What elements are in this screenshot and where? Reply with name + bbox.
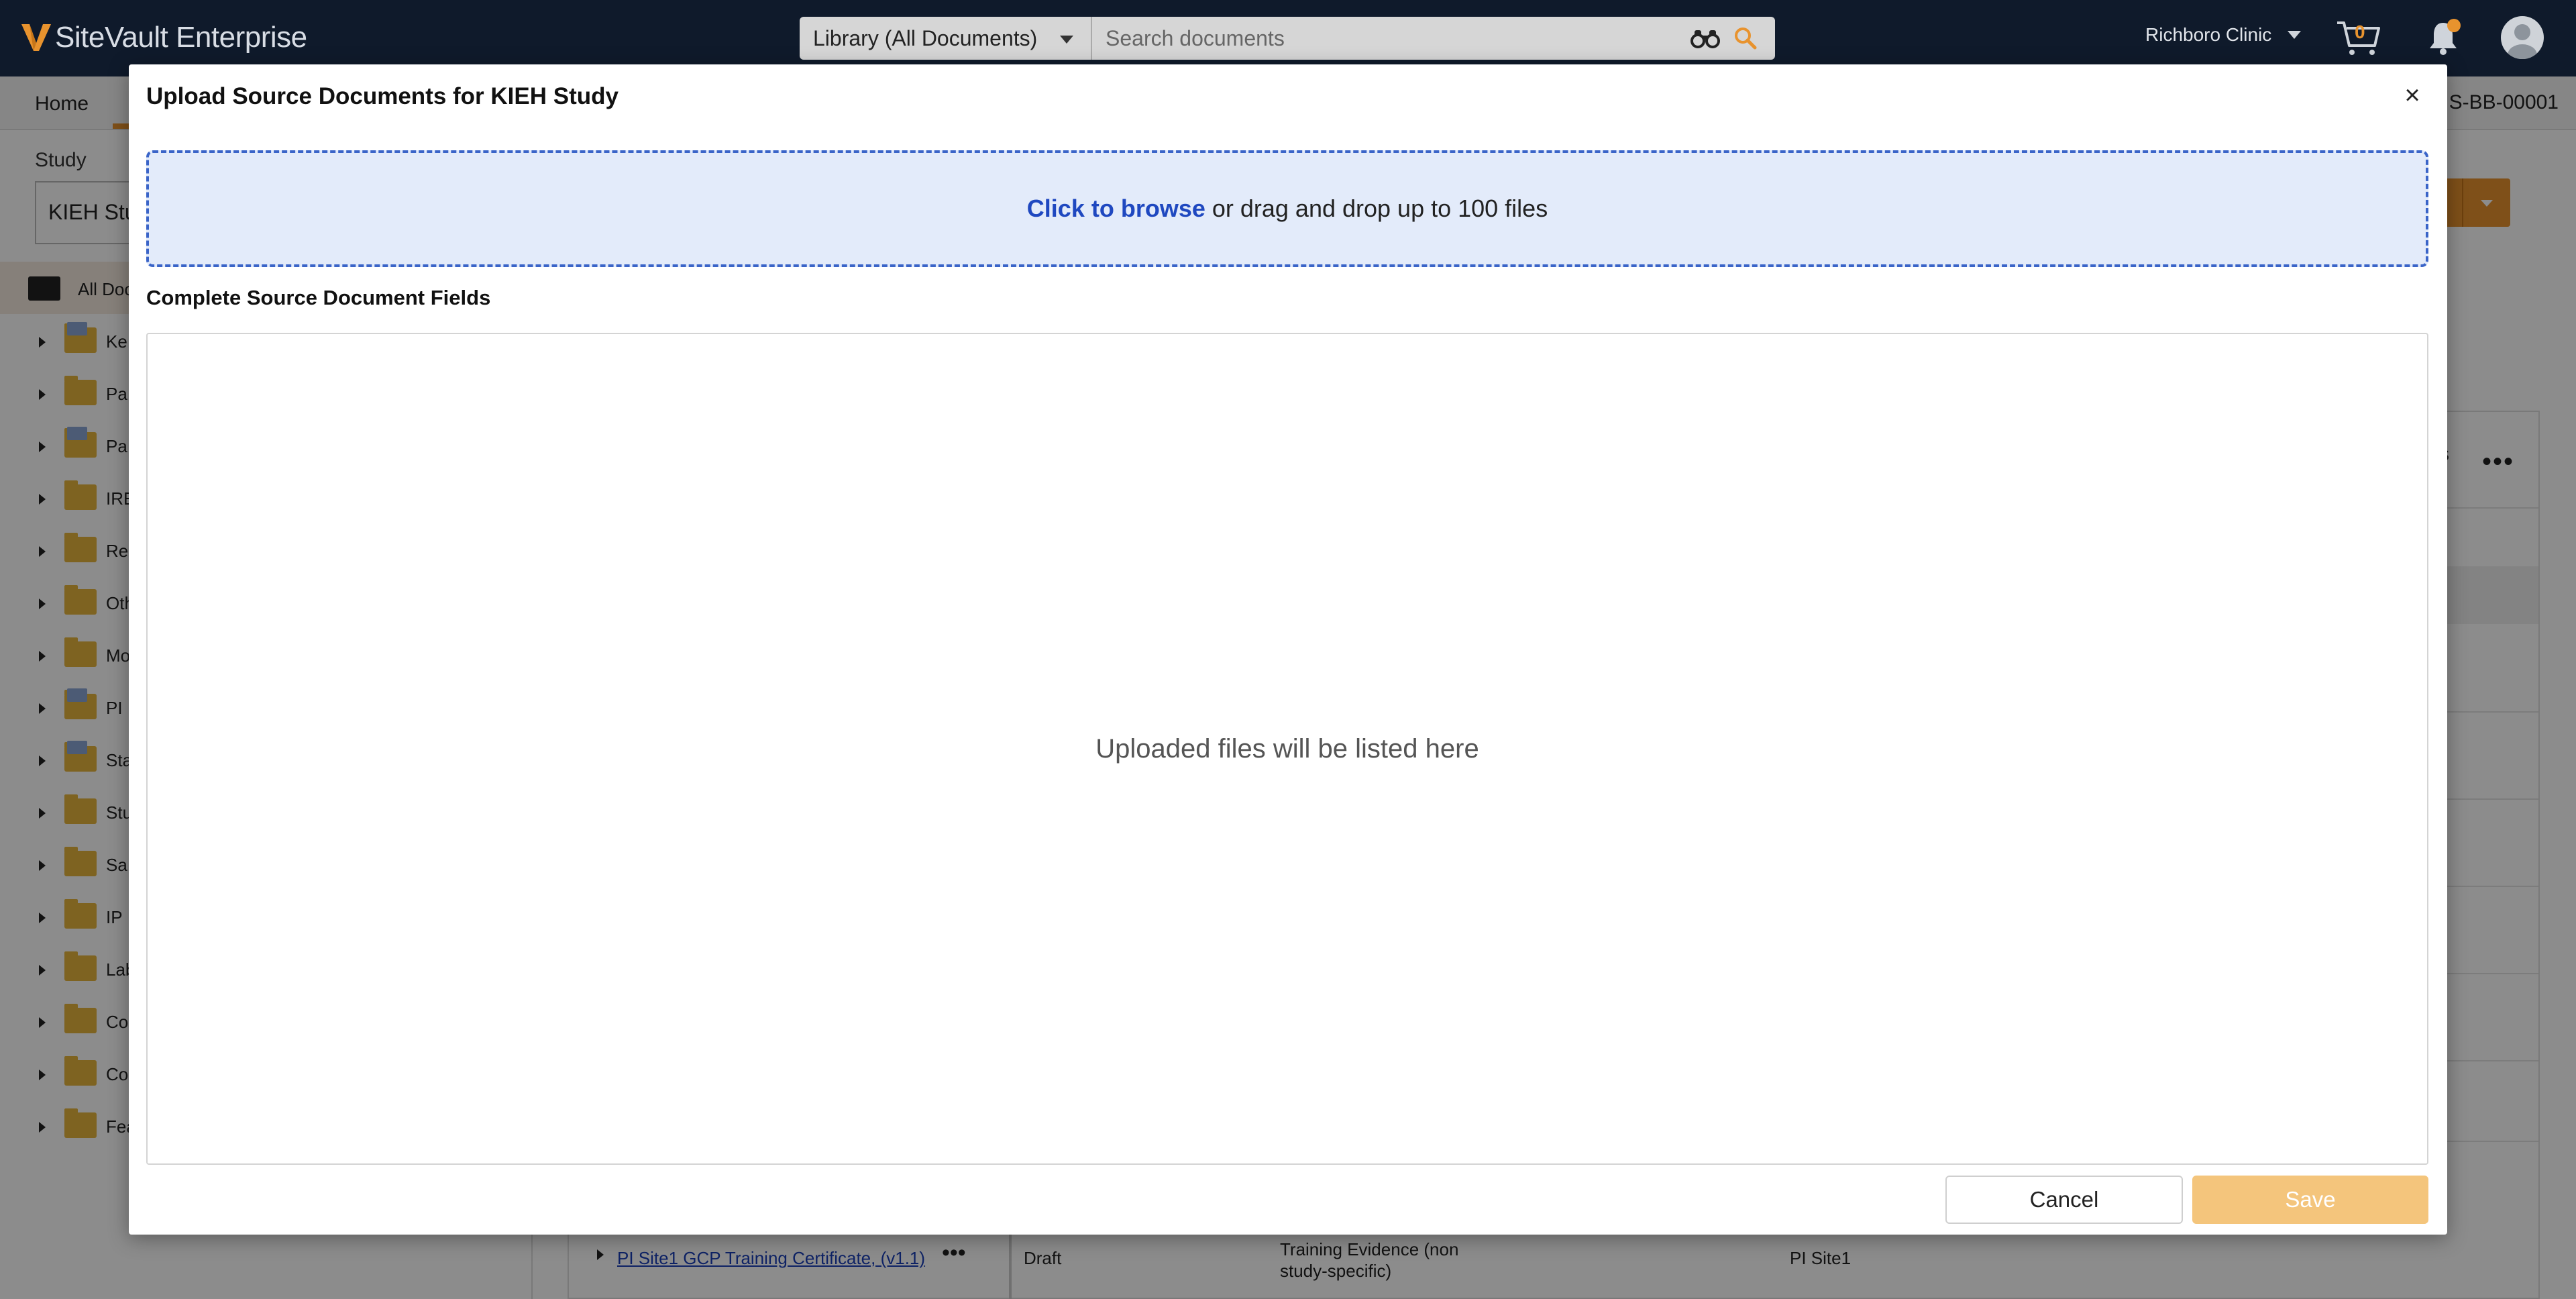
chevron-down-icon bbox=[1060, 36, 1073, 44]
upload-source-documents-dialog: Upload Source Documents for KIEH Study ×… bbox=[129, 64, 2447, 1235]
notification-dot bbox=[2447, 19, 2461, 32]
uploaded-files-list: Uploaded files will be listed here bbox=[146, 333, 2428, 1165]
search-input[interactable]: Search documents bbox=[1092, 17, 1775, 60]
user-icon bbox=[2508, 24, 2537, 59]
search-scope-select[interactable]: Library (All Documents) bbox=[800, 17, 1092, 60]
search-scope-value: Library (All Documents) bbox=[813, 25, 1038, 50]
empty-state-message: Uploaded files will be listed here bbox=[1095, 733, 1479, 764]
search-icon[interactable] bbox=[1733, 26, 1758, 50]
dropzone-hint: or drag and drop up to 100 files bbox=[1212, 195, 1548, 222]
file-dropzone[interactable]: Click to browse or drag and drop up to 1… bbox=[146, 150, 2428, 267]
clinic-switcher[interactable]: Richboro Clinic bbox=[2145, 24, 2302, 46]
chevron-down-icon bbox=[2288, 31, 2302, 39]
global-search: Library (All Documents) Search documents bbox=[800, 17, 1775, 60]
binoculars-icon[interactable] bbox=[1690, 28, 1720, 49]
cancel-button[interactable]: Cancel bbox=[1945, 1176, 2183, 1224]
app-logo[interactable]: SiteVault Enterprise bbox=[20, 17, 307, 58]
browse-link[interactable]: Click to browse bbox=[1027, 195, 1205, 223]
save-button[interactable]: Save bbox=[2192, 1176, 2428, 1224]
search-placeholder: Search documents bbox=[1106, 25, 1285, 50]
dialog-title: Upload Source Documents for KIEH Study bbox=[146, 83, 619, 109]
user-avatar[interactable] bbox=[2501, 16, 2544, 59]
vault-logo-icon bbox=[21, 24, 51, 51]
app-brand-name: SiteVault Enterprise bbox=[55, 21, 307, 54]
section-heading: Complete Source Document Fields bbox=[146, 286, 491, 309]
close-icon[interactable]: × bbox=[2398, 81, 2427, 110]
clinic-name: Richboro Clinic bbox=[2145, 24, 2272, 45]
cart-count-badge: 0 bbox=[2355, 21, 2365, 42]
